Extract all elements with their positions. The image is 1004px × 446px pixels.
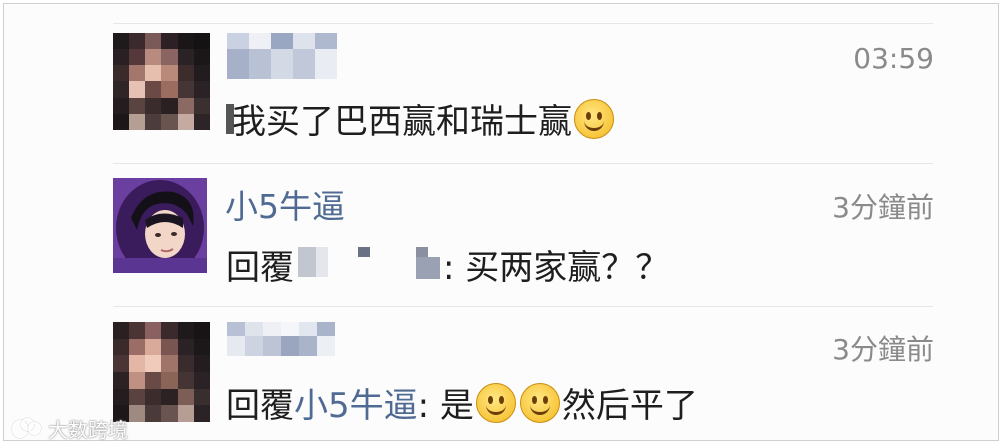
reply-prefix: 回覆 [226, 386, 294, 426]
watermark-logo-icon [12, 417, 42, 440]
smile-emoji-icon [574, 98, 614, 139]
divider [113, 163, 933, 164]
blurred-username-row2 [227, 49, 337, 79]
comment-text-body: 我买了巴西赢和瑞士赢 [232, 102, 572, 142]
divider [113, 23, 933, 24]
pixelated-avatar-image [113, 33, 210, 130]
comment-text: 回覆 : 买两家赢？？ [226, 240, 669, 289]
watermark-text: 大数跨境 [48, 418, 128, 442]
avatar-photo [113, 178, 207, 273]
comment-text: 回覆 小5牛逼 : 是 然后平了 [226, 378, 698, 427]
reply-text: : 是 [417, 386, 474, 426]
comment-time: 03:59 [853, 42, 934, 75]
comment-text: 我买了巴西赢和瑞士赢 [226, 94, 616, 143]
blurred-username [227, 33, 337, 49]
reply-to-username[interactable]: 小5牛逼 [294, 378, 418, 427]
watermark: 大数跨境 [12, 414, 128, 443]
comment-time: 3分鐘前 [832, 333, 934, 366]
avatar[interactable] [113, 322, 210, 422]
smile-emoji-icon [475, 382, 516, 423]
comment-time: 3分鐘前 [832, 191, 934, 224]
divider [113, 306, 933, 307]
avatar[interactable] [113, 33, 210, 130]
smile-emoji-icon [519, 382, 560, 423]
pixelated-avatar-image [113, 322, 210, 422]
blurred-username-row2 [227, 336, 335, 356]
reply-prefix: 回覆 [226, 248, 294, 288]
reply-text-end: 然后平了 [561, 386, 698, 426]
reply-text: : 买两家赢？？ [443, 248, 670, 288]
blurred-reply-name [298, 245, 443, 285]
comment-username[interactable]: 小5牛逼 [225, 180, 345, 228]
avatar[interactable] [113, 178, 207, 273]
blurred-username [227, 322, 335, 336]
